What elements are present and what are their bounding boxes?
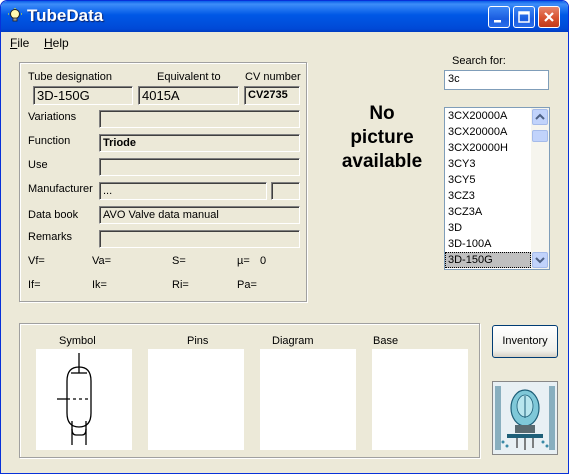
close-icon: [544, 12, 554, 22]
menu-help[interactable]: Help: [44, 36, 69, 50]
chevron-down-icon: [535, 257, 545, 264]
use-label: Use: [28, 159, 48, 171]
base-panel: [372, 349, 468, 450]
function-field[interactable]: Triode: [99, 134, 300, 152]
list-item[interactable]: 3D-150G: [445, 252, 531, 268]
list-item[interactable]: 3CZ3: [445, 188, 531, 204]
list-item[interactable]: 3D: [445, 220, 531, 236]
remarks-label: Remarks: [28, 231, 73, 243]
base-label: Base: [373, 335, 399, 347]
list-item[interactable]: 3D-100A: [445, 236, 531, 252]
manufacturer-code-field[interactable]: [271, 182, 300, 200]
tube-listbox[interactable]: 3CX20000A 3CX20000A 3CX20000H 3CY3 3CY5 3CZ3 3…: [444, 107, 550, 270]
tube-designation-label: Tube designation: [28, 71, 112, 83]
menu-bar: File Help: [1, 32, 568, 54]
title-bar[interactable]: TubeData: [1, 1, 568, 32]
vf-label: Vf=: [28, 255, 45, 267]
menu-file[interactable]: File: [10, 36, 29, 50]
search-input[interactable]: 3c: [444, 70, 549, 90]
variations-label: Variations: [28, 111, 77, 123]
list-item[interactable]: 3CX20000A: [445, 108, 531, 124]
pins-label: Pins: [187, 335, 209, 347]
s-label: S=: [172, 255, 186, 267]
minimize-icon: [494, 20, 501, 23]
pins-panel: [148, 349, 244, 450]
mu-value: 0: [260, 255, 267, 267]
ri-label: Ri=: [172, 279, 189, 291]
no-picture-placeholder: No picture available: [341, 103, 423, 172]
va-label: Va=: [92, 255, 112, 267]
equivalent-label: Equivalent to: [157, 71, 221, 83]
inventory-button[interactable]: Inventory: [492, 325, 558, 358]
diagram-panel: [260, 349, 356, 450]
list-item[interactable]: 3CX20000H: [445, 140, 531, 156]
list-scrollbar[interactable]: [531, 108, 549, 269]
ik-label: Ik=: [92, 279, 107, 291]
maximize-button[interactable]: [513, 6, 535, 28]
tube-logo: [492, 381, 558, 455]
diagram-label: Diagram: [272, 335, 314, 347]
scroll-thumb[interactable]: [532, 130, 548, 142]
minimize-button[interactable]: [488, 6, 510, 28]
symbol-label: Symbol: [59, 335, 96, 347]
lightbulb-icon: [8, 8, 22, 22]
triode-symbol-icon: [57, 353, 92, 445]
remarks-field[interactable]: [99, 230, 300, 248]
variations-field[interactable]: [99, 110, 300, 128]
close-button[interactable]: [538, 6, 560, 28]
databook-label: Data book: [28, 209, 79, 221]
mu-label: µ=: [237, 255, 250, 267]
chevron-up-icon: [535, 113, 545, 120]
app-window: TubeData File Help Tube designation Equi…: [0, 0, 569, 474]
list-item[interactable]: 3CY3: [445, 156, 531, 172]
if-label: If=: [28, 279, 41, 291]
window-title: TubeData: [27, 6, 104, 25]
search-label: Search for:: [452, 55, 506, 67]
databook-field[interactable]: AVO Valve data manual: [99, 206, 300, 224]
manufacturer-label: Manufacturer: [28, 183, 93, 195]
use-field[interactable]: [99, 158, 300, 176]
vacuum-tube-logo-icon: [493, 382, 557, 454]
function-label: Function: [28, 135, 71, 147]
tube-designation-field[interactable]: 3D-150G: [33, 86, 133, 105]
equivalent-field[interactable]: 4015A: [138, 86, 239, 105]
symbol-panel: [36, 349, 132, 450]
list-item[interactable]: 3CY5: [445, 172, 531, 188]
list-item[interactable]: 3CZ3A: [445, 204, 531, 220]
cv-number-field[interactable]: CV2735: [244, 86, 300, 105]
maximize-icon: [518, 11, 530, 23]
scroll-down-button[interactable]: [532, 252, 548, 268]
pa-label: Pa=: [237, 279, 257, 291]
scroll-up-button[interactable]: [532, 109, 548, 125]
manufacturer-field[interactable]: ...: [99, 182, 267, 200]
cv-number-label: CV number: [245, 71, 301, 83]
list-item[interactable]: 3CX20000A: [445, 124, 531, 140]
